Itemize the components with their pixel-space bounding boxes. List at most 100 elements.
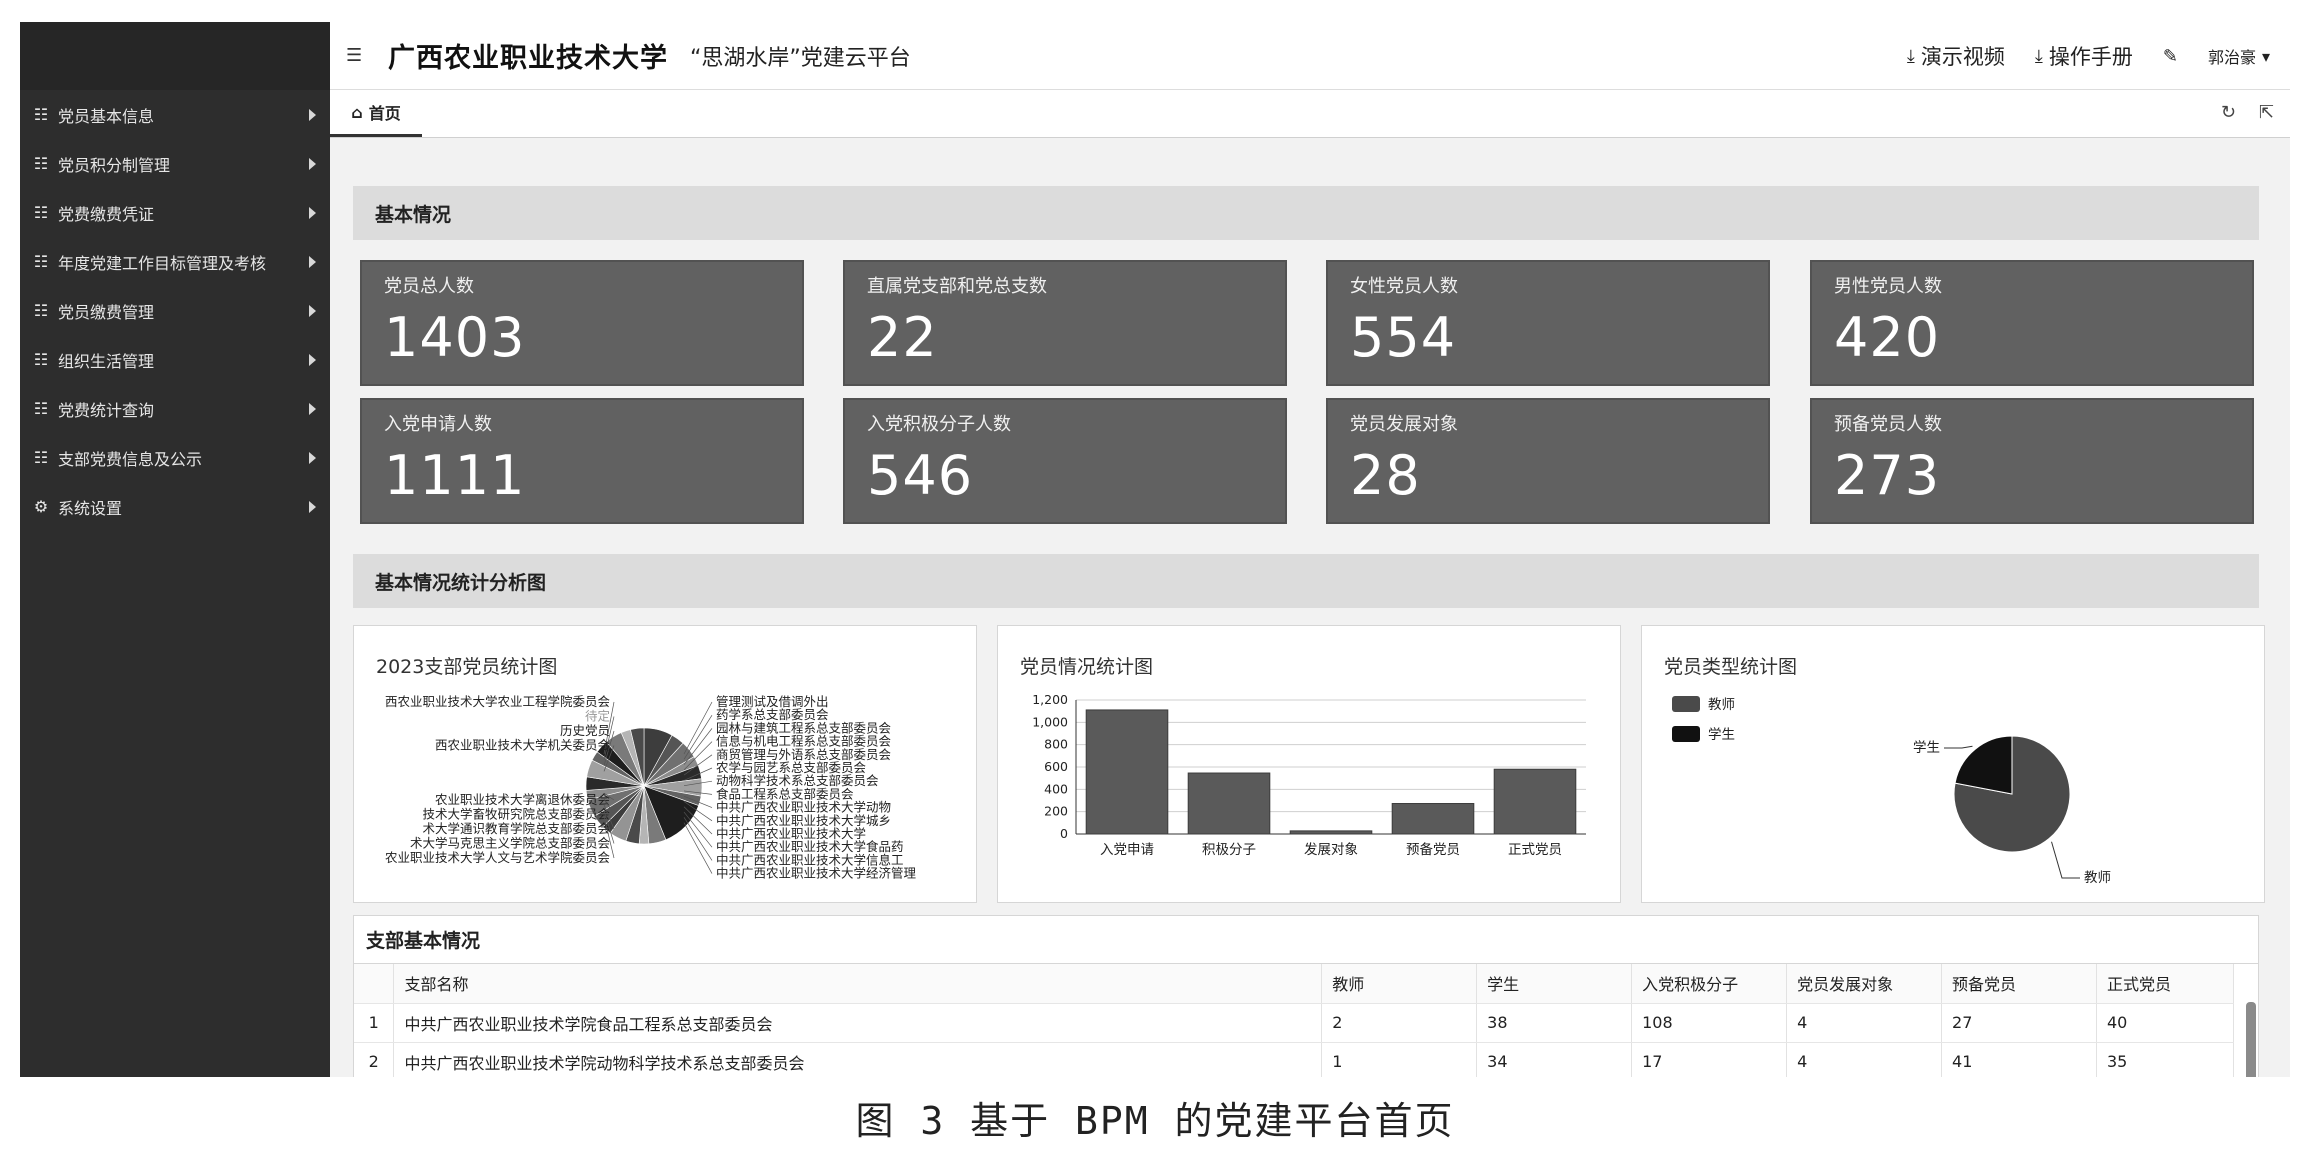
sidebar-item-label: 系统设置: [58, 498, 123, 518]
pie-label: 西农业职业技术大学机关委员会: [435, 738, 611, 753]
table-index-header: [354, 964, 395, 1004]
sidebar-item[interactable]: ⚙ 系统设置: [20, 482, 330, 531]
table-cell: 41: [1941, 1042, 2097, 1077]
figure-caption: 图 3 基于 BPM 的党建平台首页: [855, 1099, 1455, 1143]
table-row[interactable]: 2 中共广西农业职业技术学院动物科学技术系总支部委员会 1 34 17 4 41 35: [354, 1042, 2235, 1077]
pie-label: 农业职业技术大学离退休委员会: [435, 792, 611, 807]
table-column-header[interactable]: 正式党员: [2096, 964, 2235, 1004]
caret-down-icon: ▾: [2261, 46, 2270, 66]
menu-toggle-icon[interactable]: ☰: [346, 45, 368, 66]
platform-subtitle: “思湖水岸”党建云平台: [690, 45, 911, 71]
x-tick-label: 入党申请: [1100, 842, 1154, 858]
sidebar-item[interactable]: ☷ 党员缴费管理: [20, 286, 330, 335]
stat-card: 女性党员人数 554: [1326, 260, 1770, 386]
branch-pie-card: 2023支部党员统计图 西农业职业技术大学农业工程学院委员会 管理测试及借调外出待…: [353, 625, 977, 903]
table-cell: 40: [2096, 1003, 2235, 1043]
bar[interactable]: [1187, 772, 1271, 835]
table-column-header[interactable]: 支部名称: [393, 964, 1323, 1004]
sidebar-item[interactable]: ☷ 支部党费信息及公示: [20, 433, 330, 482]
y-tick-label: 600: [1044, 759, 1068, 774]
header-actions: ⤓ 演示视频 ⤓ 操作手册 ✎ 郭治豪 ▾: [1907, 22, 2270, 90]
stat-card: 党员总人数 1403: [360, 260, 804, 386]
sidebar-item[interactable]: ☷ 党员基本信息: [20, 90, 330, 139]
gear-icon: ⚙: [33, 497, 49, 516]
pie-label: 农业职业技术大学人文与艺术学院委员会: [385, 850, 611, 865]
stat-value: 1403: [384, 306, 526, 369]
branch-table: 支部名称 教师 学生 入党积极分子 党员发展对象 预备党员 正式党员 1 中共广西农业职业技术…: [354, 964, 2235, 1077]
legend-swatch[interactable]: [1672, 696, 1700, 712]
table-scrollbar[interactable]: [2246, 1002, 2256, 1077]
list-icon: ☷: [33, 105, 49, 124]
table-cell: 108: [1631, 1003, 1788, 1043]
y-tick-label: 1,000: [1032, 714, 1068, 729]
stat-value: 28: [1350, 444, 1421, 507]
stat-value: 1111: [384, 444, 526, 507]
manual-button[interactable]: ⤓ 操作手册: [2035, 41, 2133, 71]
open-new-icon[interactable]: ⇱: [2259, 102, 2274, 123]
bar[interactable]: [1085, 709, 1169, 835]
sidebar: ☷ 党员基本信息 ☷ 党员积分制管理 ☷ 党费缴费凭证 ☷ 年度党建工作目标管理及考核 ☷ 党员缴…: [20, 22, 330, 1077]
legend-label: 学生: [1708, 727, 1735, 743]
sidebar-item[interactable]: ☷ 党费统计查询: [20, 384, 330, 433]
caret-right-icon: [309, 402, 316, 415]
bar[interactable]: [1493, 768, 1577, 835]
sidebar-item[interactable]: ☷ 党费缴费凭证: [20, 188, 330, 237]
pie-label: 学生: [1913, 740, 1940, 756]
table-cell: 4: [1786, 1003, 1943, 1043]
y-tick-label: 400: [1044, 781, 1068, 796]
sidebar-item[interactable]: ☷ 年度党建工作目标管理及考核: [20, 237, 330, 286]
table-body: 1 中共广西农业职业技术学院食品工程系总支部委员会 2 38 108 4 27 40 2 中共广西…: [354, 1003, 2235, 1077]
table-column-header[interactable]: 预备党员: [1941, 964, 2097, 1004]
table-cell: 4: [1786, 1042, 1943, 1077]
list-icon: ☷: [33, 448, 49, 467]
sidebar-item[interactable]: ☷ 党员积分制管理: [20, 139, 330, 188]
bar[interactable]: [1391, 803, 1475, 835]
stat-value: 273: [1834, 444, 1941, 507]
y-tick-label: 800: [1044, 737, 1068, 752]
stat-label: 预备党员人数: [1834, 414, 1942, 435]
stat-card: 入党积极分子人数 546: [843, 398, 1287, 524]
stat-value: 420: [1834, 306, 1941, 369]
table-cell: 中共广西农业职业技术学院食品工程系总支部委员会: [393, 1003, 1323, 1043]
home-icon: ⌂: [351, 102, 363, 122]
stat-label: 女性党员人数: [1350, 276, 1458, 297]
caret-right-icon: [309, 108, 316, 121]
branch-pie-chart: 西农业职业技术大学农业工程学院委员会 管理测试及借调外出待定 药学系总支部委员会历史…: [385, 694, 917, 881]
tab-home[interactable]: ⌂ 首页: [330, 90, 422, 137]
sidebar-item-label: 年度党建工作目标管理及考核: [58, 253, 267, 273]
demo-video-button[interactable]: ⤓ 演示视频: [1907, 41, 2005, 71]
legend-swatch[interactable]: [1672, 726, 1700, 742]
table-cell: 中共广西农业职业技术学院动物科学技术系总支部委员会: [393, 1042, 1323, 1077]
pie-label: 历史党员: [560, 723, 610, 738]
pie-label: 教师: [2084, 870, 2111, 886]
app-window: ☷ 党员基本信息 ☷ 党员积分制管理 ☷ 党费缴费凭证 ☷ 年度党建工作目标管理及考核 ☷ 党员缴…: [20, 22, 2290, 1077]
table-cell: 1: [1321, 1042, 1478, 1077]
caret-right-icon: [309, 500, 316, 513]
table-column-header[interactable]: 教师: [1321, 964, 1478, 1004]
stat-value: 546: [867, 444, 974, 507]
basic-section-heading: 基本情况: [353, 186, 2259, 240]
row-index: 2: [354, 1042, 395, 1077]
download-icon: ⤓: [1906, 45, 1915, 67]
x-tick-label: 正式党员: [1508, 842, 1562, 858]
table-row[interactable]: 1 中共广西农业职业技术学院食品工程系总支部委员会 2 38 108 4 27 40: [354, 1003, 2235, 1043]
table-column-header[interactable]: 学生: [1476, 964, 1633, 1004]
caret-right-icon: [309, 451, 316, 464]
pie-label: 西农业职业技术大学农业工程学院委员会: [385, 694, 611, 709]
analysis-section-heading: 基本情况统计分析图: [353, 554, 2259, 608]
bar[interactable]: [1289, 830, 1373, 835]
member-bar-card: 党员情况统计图 0 200 400 600 800 1,000 1,200 入党申请 积极分子发…: [997, 625, 1621, 903]
table-column-header[interactable]: 入党积极分子: [1631, 964, 1788, 1004]
theme-button[interactable]: ✎: [2163, 46, 2178, 67]
stat-label: 党员发展对象: [1350, 414, 1458, 435]
sidebar-item[interactable]: ☷ 组织生活管理: [20, 335, 330, 384]
list-icon: ☷: [33, 252, 49, 271]
stat-card: 男性党员人数 420: [1810, 260, 2254, 386]
list-icon: ☷: [33, 154, 49, 173]
stat-card: 入党申请人数 1111: [360, 398, 804, 524]
type-pie-card: 党员类型统计图 教师 学生 教师 学生: [1641, 625, 2265, 903]
table-column-header[interactable]: 党员发展对象: [1786, 964, 1943, 1004]
user-menu[interactable]: 郭治豪 ▾: [2208, 44, 2270, 68]
tab-bar: ⌂ 首页 ↻ ⇱: [330, 90, 2290, 138]
refresh-icon[interactable]: ↻: [2221, 102, 2236, 123]
